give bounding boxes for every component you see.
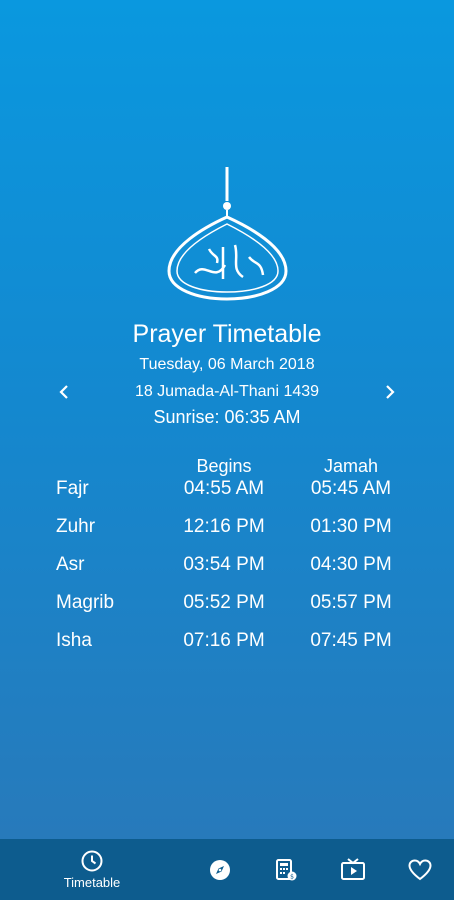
nav-timetable[interactable]: Timetable	[54, 839, 130, 900]
table-row: Isha 07:16 PM 07:45 PM	[0, 630, 454, 668]
chevron-right-icon	[386, 385, 395, 399]
jamah-time: 04:30 PM	[310, 554, 392, 575]
prayer-name: Zuhr	[56, 516, 96, 537]
begins-time: 04:55 AM	[183, 478, 265, 499]
begins-time: 05:52 PM	[183, 592, 265, 613]
svg-text:$: $	[290, 873, 294, 880]
begins-time: 12:16 PM	[183, 516, 265, 537]
table-row: Fajr 04:55 AM 05:45 AM	[0, 478, 454, 516]
prayer-name: Magrib	[56, 592, 115, 613]
compass-icon	[210, 859, 230, 880]
bottom-navigation: Timetable $	[0, 839, 454, 900]
prayer-table: Begins Jamah Fajr 04:55 AM 05:45 AM Zuhr…	[0, 456, 454, 668]
nav-media[interactable]	[333, 839, 373, 900]
prayer-name: Fajr	[56, 478, 89, 499]
jamah-time: 05:57 PM	[310, 592, 392, 613]
sunrise-time: Sunrise: 06:35 AM	[153, 407, 301, 427]
app-logo	[165, 165, 290, 305]
tv-icon	[341, 857, 365, 880]
nav-favorites[interactable]	[400, 839, 440, 900]
begins-time: 07:16 PM	[183, 630, 265, 651]
nav-calculator[interactable]: $	[266, 839, 306, 900]
clock-icon	[81, 850, 103, 872]
jamah-time: 05:45 AM	[310, 478, 392, 499]
next-day-button[interactable]	[378, 380, 402, 404]
calculator-icon: $	[276, 858, 297, 880]
table-row: Zuhr 12:16 PM 01:30 PM	[0, 516, 454, 554]
nav-qibla[interactable]	[200, 839, 240, 900]
nav-timetable-label: Timetable	[63, 875, 121, 890]
page-title: Prayer Timetable	[132, 320, 322, 348]
table-row: Asr 03:54 PM 04:30 PM	[0, 554, 454, 592]
heart-icon	[408, 858, 432, 880]
column-header-jamah: Jamah	[323, 456, 379, 476]
begins-time: 03:54 PM	[183, 554, 265, 575]
jamah-time: 07:45 PM	[310, 630, 392, 651]
jamah-time: 01:30 PM	[310, 516, 392, 537]
prayer-name: Isha	[56, 630, 92, 651]
table-row: Magrib 05:52 PM 05:57 PM	[0, 592, 454, 630]
table-header: Begins Jamah	[0, 456, 454, 478]
column-header-begins: Begins	[196, 456, 252, 476]
gregorian-date: Tuesday, 06 March 2018	[139, 356, 315, 373]
prayer-name: Asr	[56, 554, 85, 575]
